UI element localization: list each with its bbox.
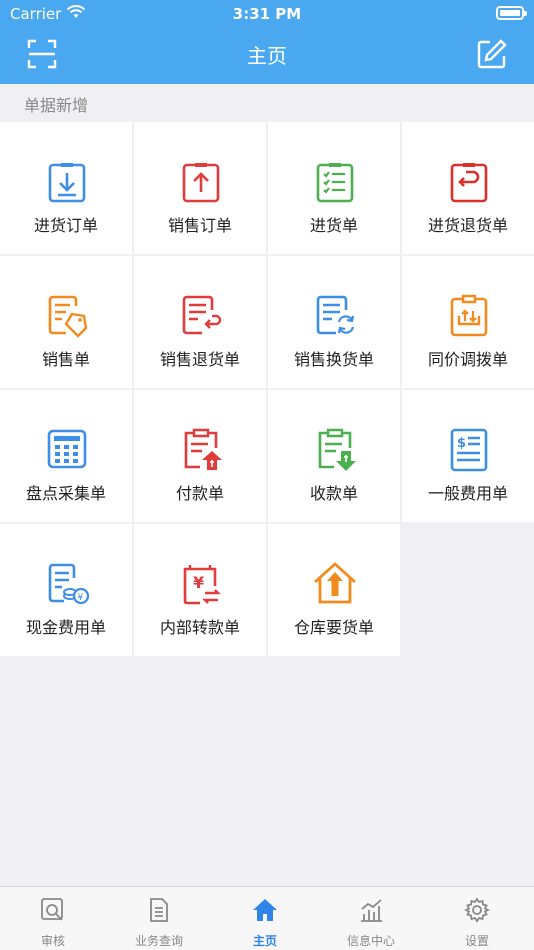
grid-item-label: 进货单 — [309, 216, 358, 235]
grid-item-label: 进货退货单 — [427, 216, 508, 235]
grid-item-label: 收款单 — [309, 484, 358, 503]
grid-item[interactable]: 销售退货单 — [134, 256, 266, 388]
grid-item[interactable]: 同价调拨单 — [402, 256, 534, 388]
return-clipboard-icon — [450, 163, 488, 203]
internal-transfer-icon: ¥ — [183, 565, 221, 605]
section-title: 单据新增 — [24, 96, 89, 115]
grid-item-label: 销售单 — [41, 350, 90, 369]
receipt-clipboard-icon — [318, 428, 356, 471]
download-clipboard-icon — [48, 163, 86, 203]
grid-item-label: 销售换货单 — [293, 350, 374, 369]
grid-item-label: 销售订单 — [167, 216, 232, 235]
grid-item[interactable]: 收款单 — [268, 390, 400, 522]
grid-item-label: 销售退货单 — [159, 350, 240, 369]
grid-item[interactable]: 销售换货单 — [268, 256, 400, 388]
upload-clipboard-icon — [182, 163, 220, 203]
price-tag-doc-icon — [48, 295, 88, 338]
battery-icon — [496, 6, 527, 20]
grid-item[interactable]: 进货订单 — [0, 122, 132, 254]
tab-business-query[interactable]: 业务查询 — [106, 887, 212, 950]
cash-coins-icon: ¥ — [48, 563, 90, 605]
tab-info-center[interactable]: 信息中心 — [318, 887, 424, 950]
svg-text:¥: ¥ — [78, 593, 84, 603]
grid-item-label: 盘点采集单 — [25, 484, 106, 503]
payment-clipboard-icon — [184, 428, 222, 470]
grid-item-label: 一般费用单 — [427, 484, 508, 503]
tab-label: 业务查询 — [134, 934, 183, 948]
grid-item-label: 现金费用单 — [25, 618, 106, 637]
grid-item[interactable]: 进货单 — [268, 122, 400, 254]
status-bar: Carrier 3:31 PM — [0, 0, 534, 28]
tab-audit[interactable]: 审核 — [0, 887, 106, 950]
tab-label: 审核 — [40, 934, 65, 948]
audit-icon — [41, 898, 63, 921]
tab-label: 信息中心 — [346, 934, 395, 948]
grid-item[interactable]: 销售单 — [0, 256, 132, 388]
grid-item[interactable]: 盘点采集单 — [0, 390, 132, 522]
grid-item[interactable]: 付款单 — [134, 390, 266, 522]
page-title: 主页 — [247, 44, 287, 68]
exchange-doc-icon — [316, 295, 355, 335]
tab-label: 设置 — [464, 934, 489, 948]
grid-item-label: 内部转款单 — [159, 618, 240, 637]
grid-item-label: 同价调拨单 — [427, 350, 508, 369]
edit-icon[interactable] — [476, 38, 508, 70]
svg-text:$: $ — [457, 436, 466, 451]
tab-bar: 审核 业务查询 主页 信息中心 设置 — [0, 886, 534, 950]
calculator-icon — [47, 429, 87, 469]
status-time: 3:31 PM — [232, 5, 302, 23]
checklist-clipboard-icon — [316, 163, 354, 203]
chart-icon — [361, 899, 382, 922]
grid-item-label: 进货订单 — [33, 216, 98, 235]
svg-text:¥: ¥ — [193, 573, 204, 592]
warehouse-up-icon — [314, 562, 356, 604]
gear-icon — [464, 897, 490, 923]
grid-item[interactable]: 仓库要货单 — [268, 524, 400, 656]
tab-settings[interactable]: 设置 — [424, 887, 530, 950]
tab-home[interactable]: 主页 — [212, 887, 318, 950]
navigation-bar: Carrier 3:31 PM 主页 — [0, 0, 534, 84]
home-icon — [253, 899, 277, 921]
transfer-clipboard-icon — [450, 294, 488, 337]
expense-doc-icon: $ — [450, 428, 488, 472]
grid-item[interactable]: ¥ 内部转款单 — [134, 524, 266, 656]
tab-label: 主页 — [252, 934, 277, 948]
grid-item-label: 付款单 — [175, 484, 224, 503]
return-doc-icon — [182, 295, 222, 335]
grid-item[interactable]: 进货退货单 — [402, 122, 534, 254]
grid-item[interactable]: 销售订单 — [134, 122, 266, 254]
grid-item-label: 仓库要货单 — [293, 618, 374, 637]
document-icon — [150, 898, 168, 922]
grid-item[interactable]: $ 一般费用单 — [402, 390, 534, 522]
grid-item[interactable]: ¥ 现金费用单 — [0, 524, 132, 656]
